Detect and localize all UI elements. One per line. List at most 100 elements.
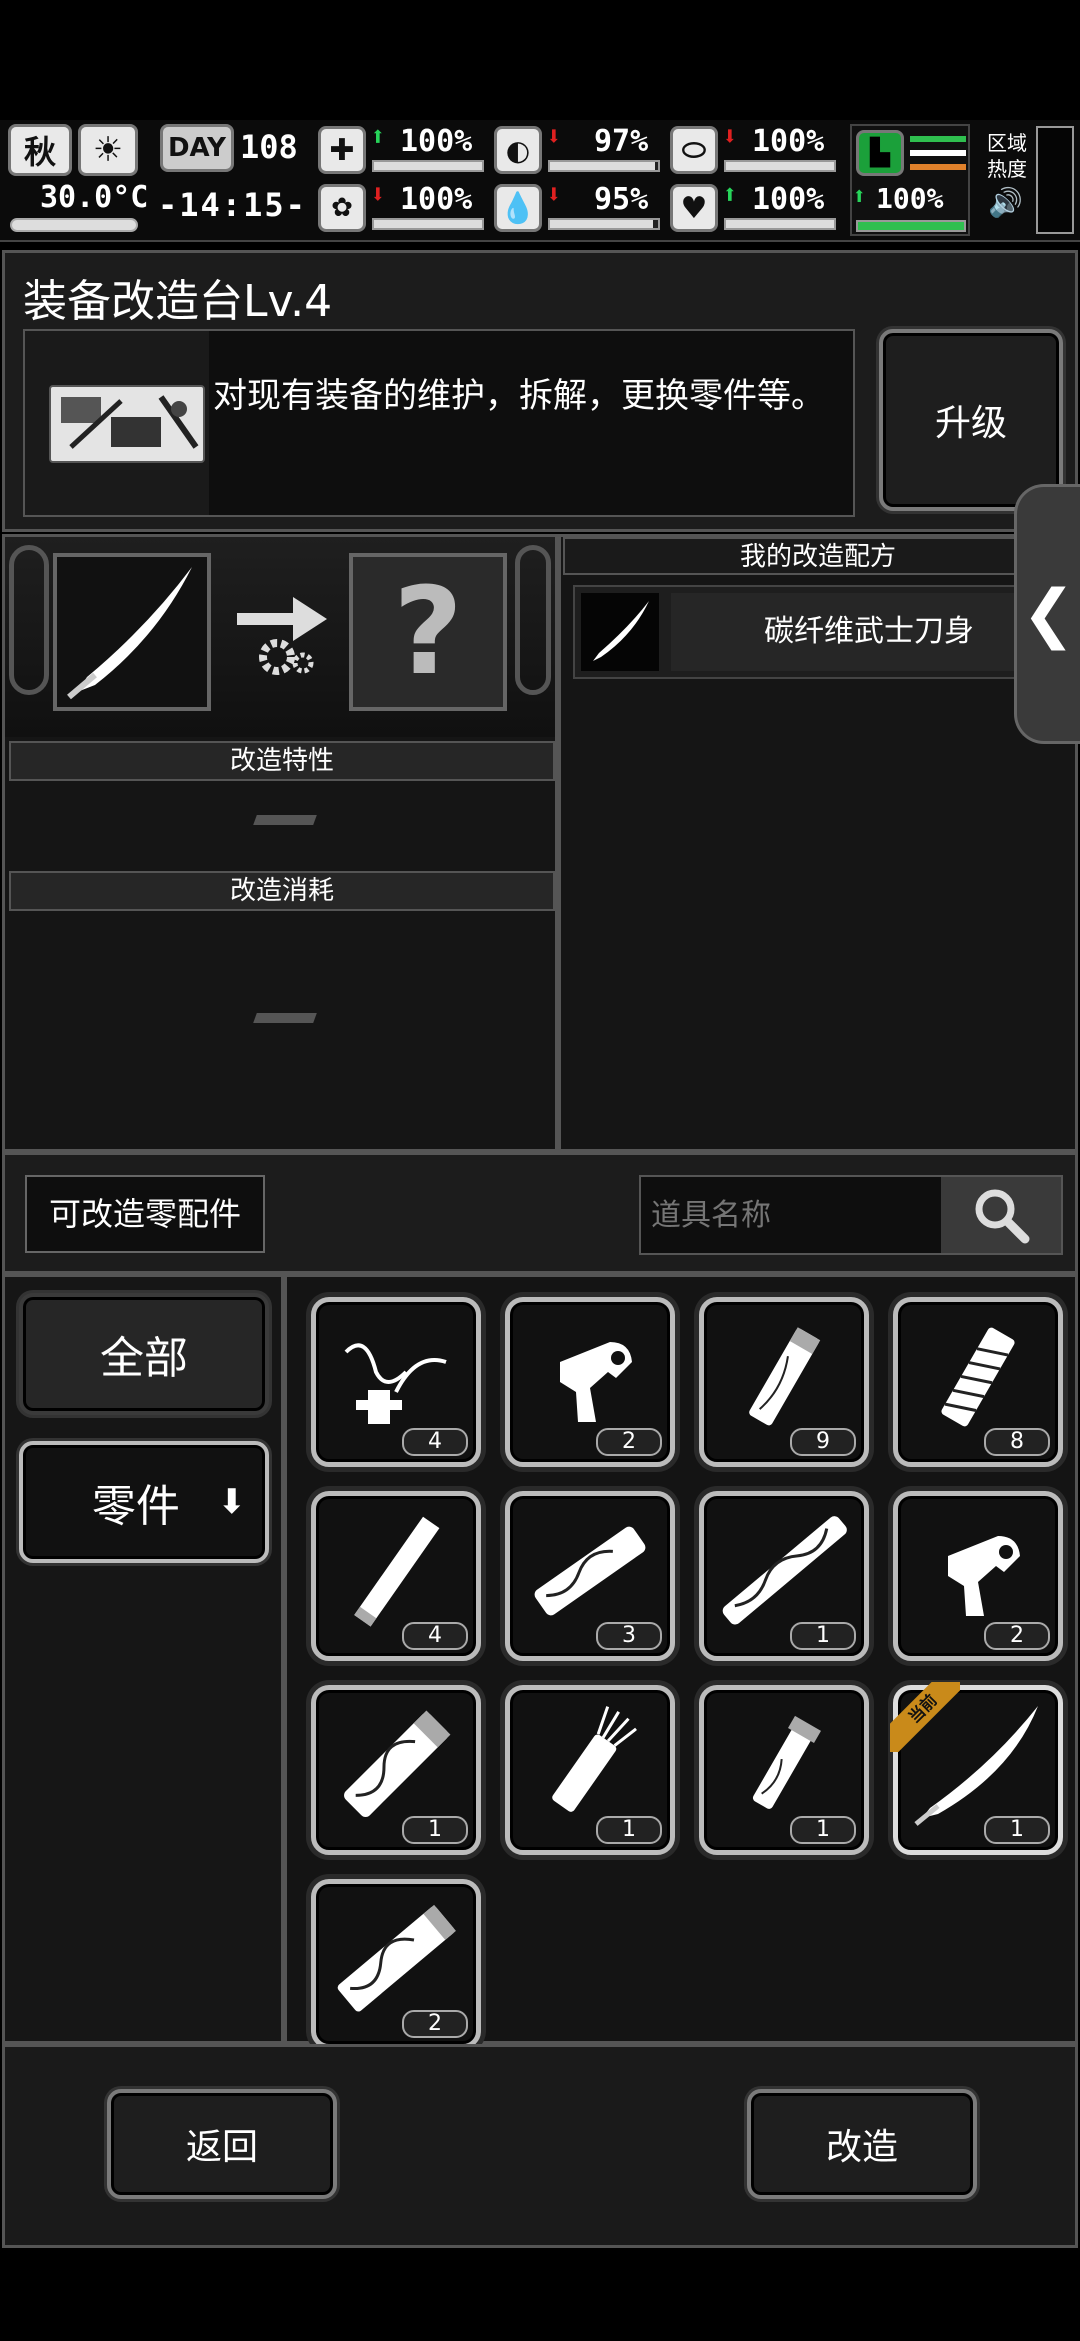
upgrade-label: 升级 [934, 403, 1007, 444]
day-label: DAY [160, 124, 234, 172]
filter-parts-tab[interactable]: 零件 ⬇ [19, 1441, 269, 1563]
wood-grip-icon [749, 1327, 821, 1426]
item-count: 2 [402, 2010, 468, 2038]
search-button[interactable] [941, 1177, 1061, 1253]
part-item[interactable]: 2 [505, 1297, 675, 1467]
recipe-header: 我的改造配方 [563, 537, 1073, 575]
trend-up-icon: ⬆ [722, 180, 738, 210]
workbench-description: 对现有装备的维护，拆解，更换零件等。 [213, 376, 825, 416]
part-item[interactable]: 4 [311, 1491, 481, 1661]
thirst-value: 95% [594, 182, 649, 217]
season-label: 秋 [23, 133, 56, 171]
current-tag: 当前 [890, 1682, 960, 1752]
zone-heat-meter [1036, 126, 1074, 234]
bar-fill [550, 162, 655, 170]
part-item[interactable]: 1 [505, 1685, 675, 1855]
traits-header: 改造特性 [9, 741, 555, 781]
health-bar [372, 160, 484, 172]
brain-icon: ✿ [318, 184, 366, 232]
part-item[interactable]: 1 [699, 1491, 869, 1661]
part-item[interactable]: 1 [699, 1685, 869, 1855]
bar-fill [726, 220, 834, 228]
trend-down-icon: ⬇ [722, 122, 738, 152]
frayed-grip-icon [552, 1706, 637, 1812]
item-count: 1 [596, 1816, 662, 1844]
traits-value [9, 787, 555, 867]
back-button[interactable]: 返回 [107, 2089, 337, 2199]
stomach-icon: ◐ [494, 126, 542, 174]
part-item-current[interactable]: 当前 1 [890, 1682, 1063, 1855]
patterned-handle-icon [534, 1526, 646, 1616]
transform-arrow-icon [227, 587, 337, 677]
part-item[interactable]: 9 [699, 1297, 869, 1467]
modify-button[interactable]: 改造 [747, 2089, 977, 2199]
part-item[interactable]: 2 [893, 1491, 1063, 1661]
item-count: 1 [790, 1816, 856, 1844]
stamina-value: 100% [876, 182, 944, 215]
part-item[interactable]: 3 [505, 1491, 675, 1661]
medicine-bar [724, 160, 836, 172]
temperature-value: 30.0°C [40, 180, 149, 215]
bar-fill [726, 162, 834, 170]
zone-heat-label: 区域 热度 [987, 131, 1027, 181]
search-box [639, 1175, 1063, 1255]
wire-trigger-icon [344, 1343, 447, 1424]
filter-parts-label: 零件 [91, 1481, 180, 1532]
search-input[interactable] [647, 1177, 937, 1253]
pill-icon: ⬭ [670, 126, 718, 174]
trend-down-icon: ⬇ [546, 180, 562, 210]
side-panel-toggle[interactable]: ❮ [1014, 484, 1080, 744]
filter-column: 全部 零件 ⬇ [2, 1274, 284, 2044]
source-equipment-slot[interactable] [53, 553, 211, 711]
clamp-arm-icon [9, 545, 49, 695]
item-count: 1 [402, 1816, 468, 1844]
parts-section-label: 可改造零配件 [25, 1175, 265, 1253]
trend-up-icon: ⬆ [852, 182, 867, 210]
recipe-panel: 我的改造配方 碳纤维武士刀身 [558, 534, 1078, 1152]
katana-drawing [593, 601, 649, 661]
back-label: 返回 [185, 2127, 258, 2168]
search-icon [975, 1189, 1030, 1244]
recipe-item[interactable]: 碳纤维武士刀身 [573, 585, 1069, 679]
thirst-bar [548, 218, 660, 230]
arrow-gear-drawing [237, 597, 327, 675]
parts-toolbar: 可改造零配件 [2, 1152, 1078, 1274]
clock-time: -14:15- [158, 186, 307, 224]
cost-header: 改造消耗 [9, 871, 555, 911]
item-count: 4 [402, 1428, 468, 1456]
cost-empty-dash [253, 1013, 317, 1023]
parts-grid: 4 2 9 8 4 3 1 2 1 1 1 当前 1 2 [284, 1274, 1078, 2049]
boot-icon: ▙ [856, 130, 904, 176]
sun-icon: ☀ [78, 124, 138, 176]
thermometer-icon [10, 218, 138, 232]
part-item[interactable]: 2 [311, 1879, 481, 2049]
patterned-tube-icon [344, 1710, 451, 1817]
bar-fill [374, 162, 482, 170]
part-item[interactable]: 1 [311, 1685, 481, 1855]
recipe-label: 碳纤维武士刀身 [671, 593, 1067, 671]
long-patterned-shaft-icon [722, 1516, 847, 1625]
modify-label: 改造 [825, 2127, 898, 2168]
stamina-stripe [910, 150, 966, 156]
tools-icon [49, 385, 205, 463]
workbench-panel: 装备改造台Lv.4 对现有装备的维护，拆解，更换零件等。 升级 [2, 250, 1078, 532]
stamina-panel: ▙ ⬆ 100% [850, 124, 970, 236]
mood-value: 100% [752, 182, 825, 217]
part-item[interactable]: 8 [893, 1297, 1063, 1467]
arrow-down-icon: ⬇ [217, 1482, 247, 1522]
bar-fill [374, 220, 482, 228]
part-item[interactable]: 4 [311, 1297, 481, 1467]
item-count: 3 [596, 1622, 662, 1650]
upgrade-button[interactable]: 升级 [879, 329, 1063, 511]
filter-all-tab[interactable]: 全部 [19, 1293, 269, 1415]
current-tag-label: 当前 [890, 1682, 960, 1752]
modify-panel: ? 改造特性 改造消耗 [2, 534, 558, 1152]
short-grip-icon [752, 1715, 821, 1809]
hammer-trigger-icon [948, 1536, 1020, 1616]
question-mark-icon: ? [393, 562, 463, 702]
filter-all-label: 全部 [100, 1333, 188, 1384]
stamina-stripe [910, 136, 966, 142]
clamp-arm-icon [515, 545, 551, 695]
trend-down-icon: ⬇ [546, 122, 562, 152]
speaker-icon[interactable]: 🔊 [988, 186, 1023, 219]
